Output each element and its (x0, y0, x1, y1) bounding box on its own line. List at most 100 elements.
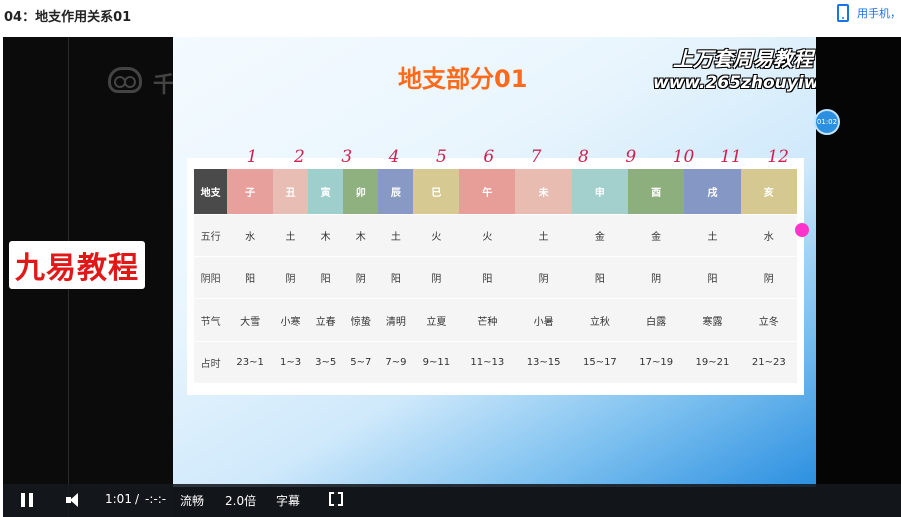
table-head-label: 地支 (194, 169, 228, 215)
branch-header-cell: 丑 (272, 169, 309, 215)
table-cell: 阳 (378, 256, 414, 300)
handwritten-numbers: 1 2 3 4 5 6 7 8 9 10 11 12 (173, 147, 816, 171)
table-cell: 9~11 (413, 341, 460, 385)
handwritten-number: 2 (294, 147, 305, 167)
table-cell: 1~3 (272, 341, 309, 385)
table-cell: 23~1 (227, 341, 273, 385)
table-cell: 立夏 (413, 298, 460, 342)
branch-table: 地支子丑寅卯辰巳午未申酉戌亥五行水土木木土火火土金金土水阴阳阳阴阳阴阳阴阳阴阳阴… (194, 169, 797, 385)
subtitle-button[interactable]: 字幕 (276, 492, 300, 509)
handwritten-number: 1 (246, 147, 258, 167)
branch-header-cell: 子 (227, 169, 273, 215)
table-header-row: 地支子丑寅卯辰巳午未申酉戌亥 (194, 169, 797, 215)
control-bar: 1:01 / -:-:- 流畅 2.0倍 字幕 (3, 484, 901, 517)
phone-icon (837, 4, 849, 22)
table-cell: 寒露 (684, 298, 741, 342)
table-cell: 11~13 (459, 341, 516, 385)
owl-logo-icon (108, 67, 142, 93)
time-current: 1:01 (105, 492, 132, 506)
table-cell: 立春 (308, 298, 344, 342)
row-label: 阴阳 (194, 256, 228, 300)
table-cell: 阳 (227, 256, 273, 300)
table-cell: 芒种 (459, 298, 516, 342)
handwritten-number: 4 (388, 147, 400, 167)
slide-title: 地支部分01 (398, 65, 528, 93)
table-cell: 小寒 (272, 298, 309, 342)
branch-header-cell: 卯 (343, 169, 379, 215)
handwritten-number: 9 (625, 147, 637, 167)
slide: 地支部分01 上万套周易教程 www.265zhouyiw.com 地支子丑寅卯… (173, 37, 816, 487)
slide-watermark-line2: www.265zhouyiw.com (653, 73, 816, 93)
table-cell: 大雪 (227, 298, 273, 342)
branch-header-cell: 午 (459, 169, 516, 215)
video-player[interactable]: 千 九易教程 地支部分01 上万套周易教程 www.265zhouyiw.com… (3, 37, 901, 517)
table-cell: 阳 (308, 256, 344, 300)
table-cell: 惊蛰 (343, 298, 379, 342)
table-cell: 土 (515, 214, 572, 258)
table-cell: 土 (378, 214, 414, 258)
handwritten-number: 12 (767, 147, 789, 167)
time-separator: / (135, 492, 140, 506)
branch-header-cell: 戌 (684, 169, 741, 215)
table-cell: 15~17 (571, 341, 629, 385)
table-cell: 木 (308, 214, 344, 258)
table-cell: 7~9 (378, 341, 414, 385)
table-cell: 白露 (628, 298, 685, 342)
pause-icon[interactable] (21, 493, 33, 507)
table-cell: 立冬 (740, 298, 797, 342)
handwritten-number: 3 (341, 147, 353, 167)
slide-watermark-line1: 上万套周易教程 (673, 47, 813, 71)
table-cell: 3~5 (308, 341, 344, 385)
handwritten-number: 8 (578, 147, 589, 167)
table-cell: 阴 (413, 256, 460, 300)
table-cell: 火 (459, 214, 516, 258)
handwritten-number: 10 (672, 147, 695, 167)
table-row: 占时 23~1 1~3 3~5 5~7 7~9 9~11 11~13 13~15 15~17 17~… (194, 341, 797, 385)
table-cell: 13~15 (515, 341, 572, 385)
table-cell: 5~7 (343, 341, 379, 385)
table-cell: 阳 (571, 256, 629, 300)
table-cell: 阴 (628, 256, 685, 300)
mobile-label: 用手机， (857, 7, 901, 20)
row-label: 节气 (194, 298, 228, 342)
table-cell: 清明 (378, 298, 414, 342)
table-cell: 19~21 (684, 341, 741, 385)
table-cell: 金 (628, 214, 685, 258)
table-cell: 水 (740, 214, 797, 258)
table-cell: 火 (413, 214, 460, 258)
table-row: 阴阳阳阴阳阴阳阴阳阴阳阴阳阴 (194, 256, 797, 300)
row-label: 占时 (194, 341, 228, 385)
handwritten-number: 7 (530, 147, 542, 167)
branch-header-cell: 未 (515, 169, 572, 215)
row-label: 五行 (194, 214, 228, 258)
table-cell: 水 (227, 214, 273, 258)
table-cell: 金 (571, 214, 629, 258)
timer-badge[interactable]: 01:02 (814, 109, 840, 135)
branch-header-cell: 申 (571, 169, 629, 215)
mobile-link[interactable]: 用手机， (837, 2, 901, 24)
table-cell: 阴 (343, 256, 379, 300)
branch-header-cell: 寅 (308, 169, 344, 215)
branch-header-cell: 辰 (378, 169, 414, 215)
branch-table-card: 地支子丑寅卯辰巳午未申酉戌亥五行水土木木土火火土金金土水阴阳阳阴阳阴阳阴阳阴阳阴… (187, 158, 804, 395)
handwritten-number: 5 (436, 147, 447, 167)
branch-header-cell: 亥 (740, 169, 797, 215)
handwritten-number: 11 (720, 147, 742, 167)
handwritten-number: 6 (483, 147, 495, 167)
table-cell: 木 (343, 214, 379, 258)
table-cell: 21~23 (740, 341, 797, 385)
volume-icon[interactable] (66, 493, 86, 507)
page-title: 04：地支作用关系01 (4, 10, 132, 25)
pen-cursor-icon (795, 223, 809, 237)
table-row: 节气 大雪 小寒 立春 惊蛰 清明 立夏 芒种 小暑 立秋 白露 寒露 立冬 (194, 298, 797, 342)
fullscreen-icon[interactable] (329, 491, 343, 507)
quality-button[interactable]: 流畅 (180, 492, 204, 509)
table-cell: 阳 (459, 256, 516, 300)
table-cell: 土 (272, 214, 309, 258)
speed-button[interactable]: 2.0倍 (225, 492, 256, 509)
table-cell: 17~19 (628, 341, 685, 385)
top-bar: 04：地支作用关系01 用手机， (0, 0, 901, 36)
table-cell: 小暑 (515, 298, 572, 342)
owl-logo-text: 千 (153, 73, 176, 98)
time-total: -:-:- (145, 492, 167, 506)
